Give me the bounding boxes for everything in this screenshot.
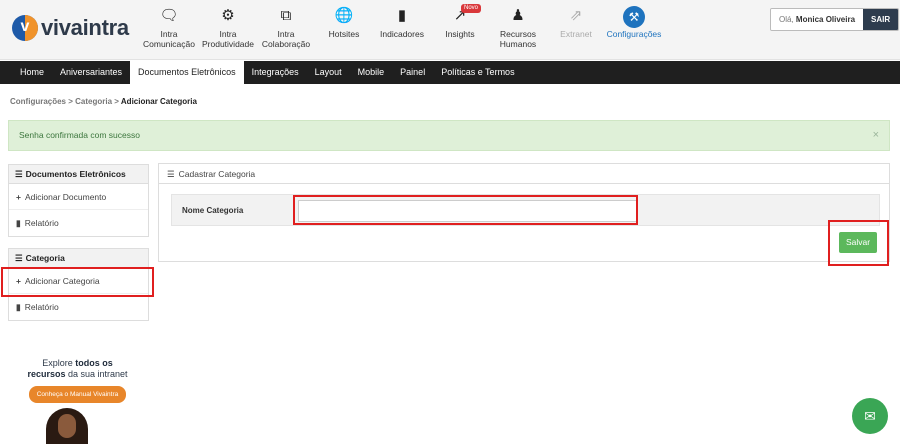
menu-documentos-eletronicos[interactable]: Documentos Eletrônicos xyxy=(130,61,244,84)
highlight-input xyxy=(293,195,638,225)
menu-home[interactable]: Home xyxy=(0,61,52,84)
highlight-sidebar-item xyxy=(1,267,154,297)
success-alert: Senha confirmada com sucesso × xyxy=(8,120,890,151)
breadcrumb-current: Adicionar Categoria xyxy=(120,97,197,106)
menu-layout[interactable]: Layout xyxy=(307,61,350,84)
logo-mark-icon: v xyxy=(12,15,38,41)
breadcrumb-configuracoes[interactable]: Configurações xyxy=(10,97,66,106)
top-header: v vivaintra 🗨 Intra Comunicação ⚙ Intra … xyxy=(0,0,900,60)
users-icon: ♟ xyxy=(511,7,525,24)
wrench-icon: ⚒ xyxy=(602,6,666,28)
alert-close-icon[interactable]: × xyxy=(873,121,879,150)
novo-badge: Novo xyxy=(461,4,482,13)
promo-banner: Explore todos os recursos da sua intrane… xyxy=(20,358,135,403)
file-icon: ▮ xyxy=(16,302,21,312)
logout-button[interactable]: SAIR xyxy=(863,9,899,30)
list-icon: ☰ xyxy=(15,253,23,263)
sidebar-categoria-heading: ☰ Categoria xyxy=(9,249,148,268)
sidebar-docs-heading: ☰ Documentos Eletrônicos xyxy=(9,165,148,184)
highlight-save xyxy=(828,220,889,266)
menu-aniversariantes[interactable]: Aniversariantes xyxy=(52,61,130,84)
file-icon: ▮ xyxy=(16,218,21,228)
person-photo xyxy=(46,408,88,444)
panel-heading: ☰ Cadastrar Categoria xyxy=(159,164,889,184)
nav-intra-colaboracao[interactable]: ⧉ Intra Colaboração xyxy=(254,6,318,49)
nav-recursos-humanos[interactable]: ♟ Recursos Humanos xyxy=(486,6,550,49)
menu-mobile[interactable]: Mobile xyxy=(350,61,393,84)
globe-icon: 🌐 xyxy=(334,7,354,24)
menu-integracoes[interactable]: Integrações xyxy=(244,61,307,84)
user-greeting[interactable]: Olá, Monica Oliveira xyxy=(771,9,864,30)
sidebar-docs: ☰ Documentos Eletrônicos + Adicionar Docum… xyxy=(8,164,149,237)
signal-icon: ▮ xyxy=(397,7,407,24)
nav-configuracoes[interactable]: ⚒ Configurações xyxy=(602,6,666,39)
gears-icon: ⚙ xyxy=(221,7,235,24)
sidebar-item-adicionar-documento[interactable]: + Adicionar Documento xyxy=(9,184,148,210)
vivaintra-logo[interactable]: v vivaintra xyxy=(12,15,129,41)
plus-icon: + xyxy=(16,192,21,202)
nav-intra-comunicacao[interactable]: 🗨 Intra Comunicação xyxy=(137,6,201,49)
logo-text: vivaintra xyxy=(41,15,129,40)
menu-painel[interactable]: Painel xyxy=(392,61,433,84)
user-name: Monica Oliveira xyxy=(795,15,856,24)
user-box: Olá, Monica Oliveira SAIR xyxy=(770,8,900,31)
sidebar-item-relatorio-docs[interactable]: ▮ Relatório xyxy=(9,210,148,236)
list-icon: ☰ xyxy=(167,169,175,179)
nav-indicadores[interactable]: ▮ Indicadores xyxy=(370,6,434,39)
list-icon: ☰ xyxy=(15,169,23,179)
chat-icon[interactable]: ✉ xyxy=(852,398,888,434)
nav-hotsites[interactable]: 🌐 Hotsites xyxy=(312,6,376,39)
nav-extranet[interactable]: ⇗ Extranet xyxy=(544,6,608,39)
share-icon: ⧉ xyxy=(280,7,292,24)
nav-insights[interactable]: ↗ Novo Insights xyxy=(428,4,492,39)
menu-politicas-termos[interactable]: Políticas e Termos xyxy=(433,61,522,84)
alert-text: Senha confirmada com sucesso xyxy=(19,130,140,140)
manual-button[interactable]: Conheça o Manual Vivaintra xyxy=(28,386,127,403)
external-link-icon: ⇗ xyxy=(569,7,583,24)
trend-icon: ↗ xyxy=(453,7,467,24)
sidebar-item-relatorio-categoria[interactable]: ▮ Relatório xyxy=(9,294,148,320)
breadcrumb-categoria[interactable]: Categoria xyxy=(75,97,112,106)
breadcrumb: Configurações > Categoria > Adicionar Ca… xyxy=(10,97,197,106)
chat-icon: 🗨 xyxy=(159,7,179,24)
nome-categoria-label: Nome Categoria xyxy=(182,206,244,215)
nav-intra-produtividade[interactable]: ⚙ Intra Produtividade xyxy=(196,6,260,49)
main-menu: Home Aniversariantes Documentos Eletrôni… xyxy=(0,61,900,84)
